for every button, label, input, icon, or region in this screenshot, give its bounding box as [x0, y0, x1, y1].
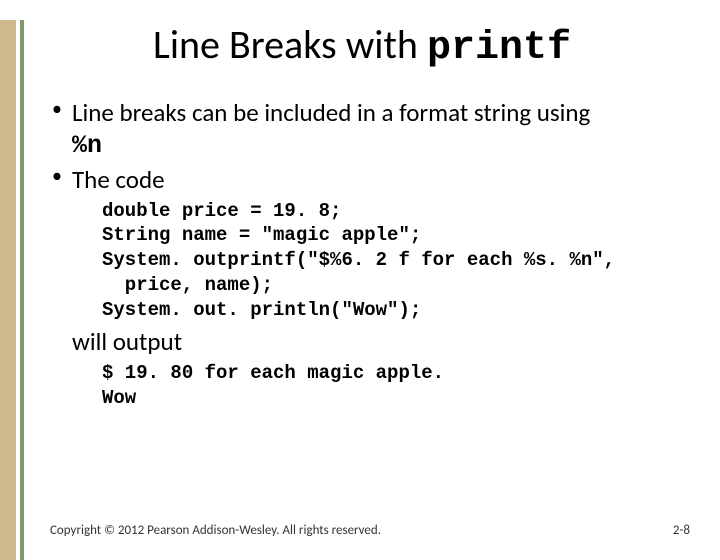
title-code: printf	[427, 26, 571, 71]
slide-title: Line Breaks with printf	[34, 20, 690, 71]
accent-stripe	[20, 20, 24, 560]
code-line-5: System. out. println("Wow");	[102, 299, 421, 321]
slide-footer: Copyright © 2012 Pearson Addison-Wesley.…	[50, 523, 690, 538]
output-line-1: $ 19. 80 for each magic apple.	[102, 362, 444, 384]
bullet-1-code: %n	[72, 131, 102, 160]
bullet-list: Line breaks can be included in a format …	[34, 97, 690, 195]
bullet-2-text: The code	[72, 164, 165, 195]
slide: Line Breaks with printf Line breaks can …	[0, 20, 720, 560]
will-output-label: will output	[72, 326, 690, 357]
code-line-2: String name = "magic apple";	[102, 224, 421, 246]
page-number: 2-8	[673, 523, 690, 538]
code-line-1: double price = 19. 8;	[102, 200, 341, 222]
code-line-4: price, name);	[102, 274, 273, 296]
bullet-2: The code	[52, 164, 690, 195]
copyright-text: Copyright © 2012 Pearson Addison-Wesley.…	[50, 523, 381, 538]
bullet-1: Line breaks can be included in a format …	[52, 97, 690, 162]
code-line-3: System. outprintf("$%6. 2 f for each %s.…	[102, 249, 615, 271]
code-block-output: $ 19. 80 for each magic apple. Wow	[102, 361, 690, 410]
title-text: Line Breaks with	[153, 20, 427, 69]
code-block-source: double price = 19. 8; String name = "mag…	[102, 199, 690, 322]
bullet-1-text: Line breaks can be included in a format …	[72, 97, 590, 128]
output-line-2: Wow	[102, 387, 136, 409]
